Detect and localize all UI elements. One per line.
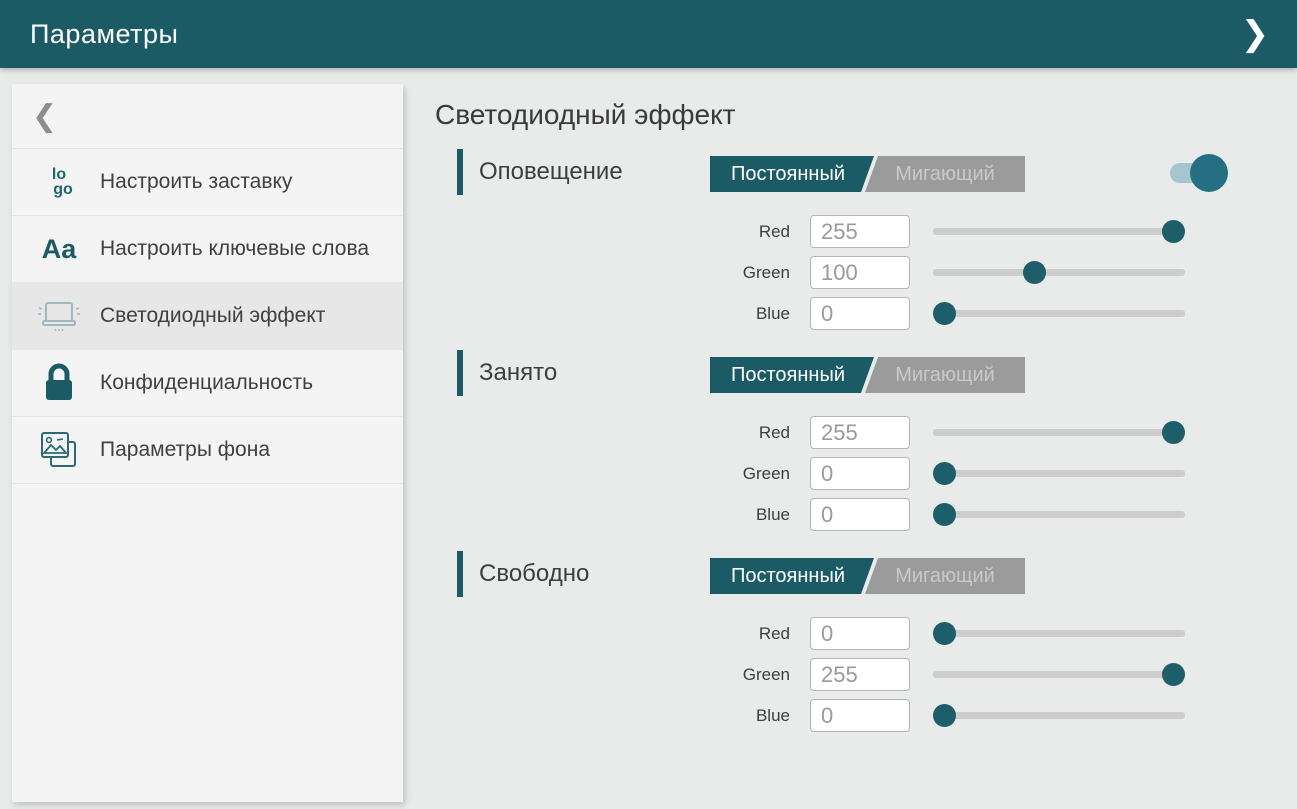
channel-label: Green: [435, 263, 790, 283]
section-label: Оповещение: [479, 158, 623, 186]
sidebar-item-label: Светодиодный эффект: [100, 303, 325, 329]
channel-label: Red: [435, 423, 790, 443]
green-value-input[interactable]: [810, 658, 910, 691]
mode-toggle: Постоянный Мигающий: [710, 357, 1025, 393]
green-slider[interactable]: [933, 256, 1185, 289]
background-images-icon: [36, 427, 82, 473]
mode-option-constant[interactable]: Постоянный: [710, 558, 874, 594]
mode-toggle: Постоянный Мигающий: [710, 558, 1025, 594]
blue-value-input[interactable]: [810, 498, 910, 531]
rgb-row-blue: Blue: [435, 297, 1297, 330]
green-value-input[interactable]: [810, 256, 910, 289]
channel-label: Blue: [435, 706, 790, 726]
mode-option-constant[interactable]: Постоянный: [710, 156, 874, 192]
red-value-input[interactable]: [810, 215, 910, 248]
sidebar-item-led-effect[interactable]: Светодиодный эффект: [12, 283, 403, 350]
mode-toggle: Постоянный Мигающий: [710, 156, 1025, 192]
page-title: Параметры: [30, 19, 178, 50]
rgb-row-green: Green: [435, 256, 1297, 289]
forward-chevron-icon[interactable]: ❯: [1231, 10, 1279, 58]
sidebar-item-screensaver[interactable]: lo go Настроить заставку: [12, 149, 403, 216]
blue-slider[interactable]: [933, 297, 1185, 330]
green-value-input[interactable]: [810, 457, 910, 490]
led-section-busy: Занято Постоянный Мигающий Red Green: [435, 349, 1297, 550]
section-label: Занято: [479, 359, 557, 387]
section-accent-bar: [457, 149, 463, 195]
channel-label: Green: [435, 464, 790, 484]
channel-label: Blue: [435, 505, 790, 525]
mode-option-blinking[interactable]: Мигающий: [865, 558, 1025, 594]
mode-option-blinking[interactable]: Мигающий: [865, 357, 1025, 393]
led-section-notification: Оповещение Постоянный Мигающий Red Green: [435, 148, 1297, 349]
keywords-icon: Aa: [36, 226, 82, 272]
rgb-row-blue: Blue: [435, 699, 1297, 732]
red-value-input[interactable]: [810, 416, 910, 449]
led-screen-icon: [36, 293, 82, 339]
sidebar: ❮ lo go Настроить заставку Aa Настроить …: [12, 84, 403, 802]
section-label: Свободно: [479, 560, 589, 588]
sidebar-item-background[interactable]: Параметры фона: [12, 417, 403, 484]
channel-label: Red: [435, 222, 790, 242]
section-accent-bar: [457, 551, 463, 597]
mode-option-blinking[interactable]: Мигающий: [865, 156, 1025, 192]
sidebar-item-label: Параметры фона: [100, 437, 270, 463]
rgb-row-red: Red: [435, 416, 1297, 449]
sidebar-item-keywords[interactable]: Aa Настроить ключевые слова: [12, 216, 403, 283]
rgb-row-red: Red: [435, 215, 1297, 248]
rgb-row-red: Red: [435, 617, 1297, 650]
green-slider[interactable]: [933, 457, 1185, 490]
sidebar-back-button[interactable]: ❮: [12, 84, 403, 149]
red-value-input[interactable]: [810, 617, 910, 650]
rgb-row-blue: Blue: [435, 498, 1297, 531]
channel-label: Green: [435, 665, 790, 685]
blue-slider[interactable]: [933, 699, 1185, 732]
sidebar-item-label: Настроить ключевые слова: [100, 236, 369, 262]
section-accent-bar: [457, 350, 463, 396]
channel-label: Blue: [435, 304, 790, 324]
green-slider[interactable]: [933, 658, 1185, 691]
led-section-free: Свободно Постоянный Мигающий Red Green: [435, 550, 1297, 751]
rgb-row-green: Green: [435, 658, 1297, 691]
switch-knob: [1190, 154, 1228, 192]
back-chevron-icon: ❮: [32, 99, 57, 134]
lock-icon: [36, 360, 82, 406]
logo-icon: lo go: [36, 159, 82, 205]
channel-label: Red: [435, 624, 790, 644]
red-slider[interactable]: [933, 215, 1185, 248]
app-header: Параметры ❯: [0, 0, 1297, 68]
red-slider[interactable]: [933, 416, 1185, 449]
mode-option-constant[interactable]: Постоянный: [710, 357, 874, 393]
rgb-row-green: Green: [435, 457, 1297, 490]
blue-slider[interactable]: [933, 498, 1185, 531]
red-slider[interactable]: [933, 617, 1185, 650]
sidebar-item-label: Конфиденциальность: [100, 370, 313, 396]
blue-value-input[interactable]: [810, 297, 910, 330]
main-content: Светодиодный эффект Оповещение Постоянны…: [435, 84, 1297, 809]
led-enable-switch[interactable]: [1170, 152, 1260, 194]
sidebar-item-label: Настроить заставку: [100, 169, 292, 195]
section-title: Светодиодный эффект: [435, 99, 736, 131]
sidebar-item-privacy[interactable]: Конфиденциальность: [12, 350, 403, 417]
blue-value-input[interactable]: [810, 699, 910, 732]
